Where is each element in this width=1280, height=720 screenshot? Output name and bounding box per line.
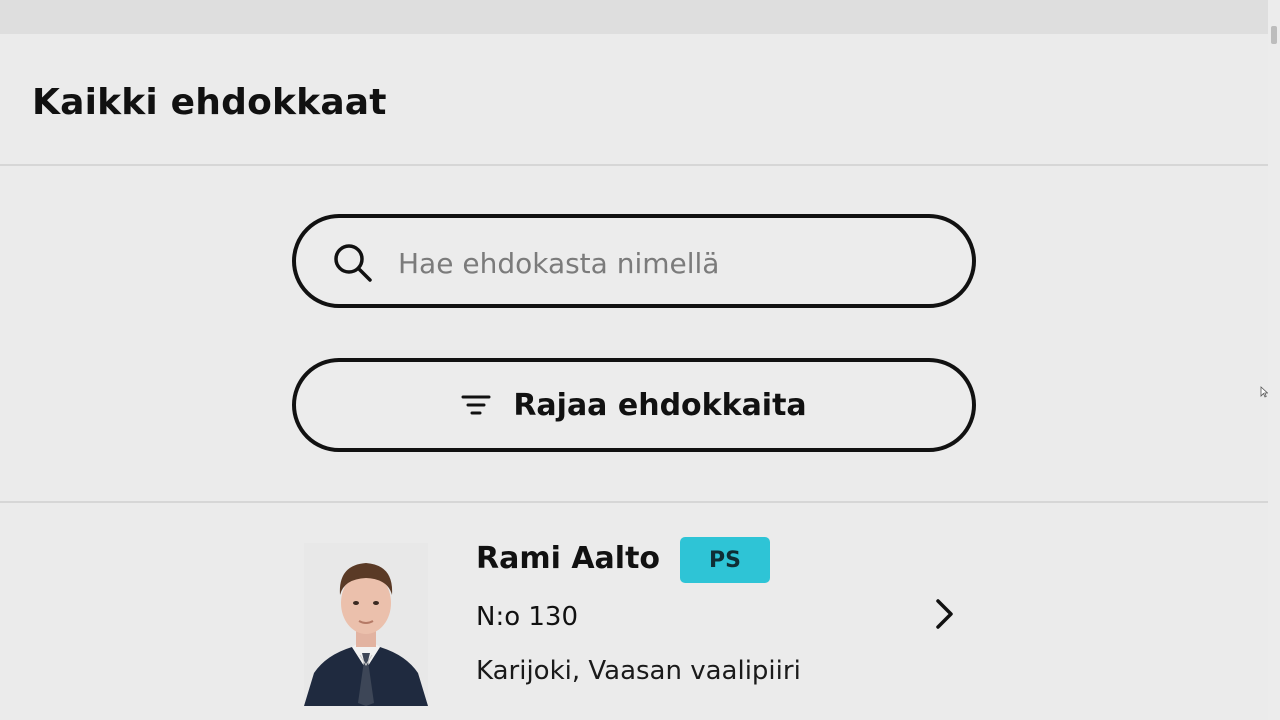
chevron-right-icon[interactable] bbox=[932, 597, 958, 631]
candidate-photo bbox=[304, 543, 428, 706]
mouse-cursor-icon bbox=[1260, 386, 1268, 398]
browser-top-strip bbox=[0, 0, 1268, 34]
filter-icon bbox=[461, 395, 491, 415]
page-header: Kaikki ehdokkaat bbox=[0, 34, 1268, 166]
page-title: Kaikki ehdokkaat bbox=[32, 82, 387, 123]
scrollbar[interactable] bbox=[1268, 0, 1280, 720]
filter-candidates-button[interactable]: Rajaa ehdokkaita bbox=[292, 358, 976, 452]
filter-button-label: Rajaa ehdokkaita bbox=[513, 387, 807, 423]
candidate-name: Rami Aalto bbox=[476, 541, 661, 576]
candidate-location: Karijoki, Vaasan vaalipiiri bbox=[476, 656, 801, 686]
search-box[interactable] bbox=[292, 214, 976, 308]
search-icon bbox=[334, 244, 372, 282]
search-input[interactable] bbox=[396, 236, 940, 290]
scrollbar-thumb[interactable] bbox=[1271, 26, 1277, 44]
candidate-list-item[interactable]: Rami Aalto PS N:o 130 Karijoki, Vaasan v… bbox=[0, 503, 1268, 720]
party-badge: PS bbox=[680, 537, 770, 583]
candidate-list-page: Kaikki ehdokkaat Rajaa ehdokkaita bbox=[0, 34, 1268, 720]
candidate-number: N:o 130 bbox=[476, 602, 579, 632]
